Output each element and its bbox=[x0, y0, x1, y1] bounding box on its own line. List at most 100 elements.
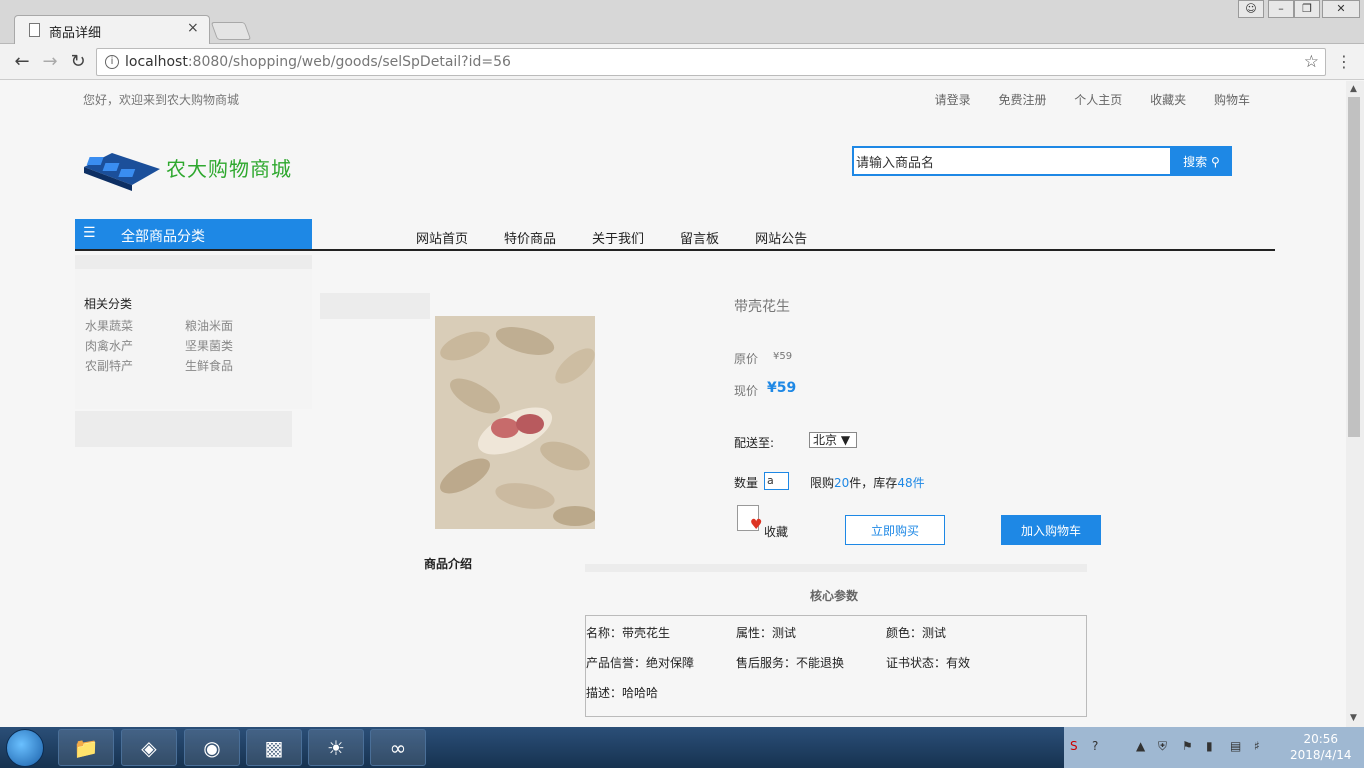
clock[interactable]: 20:56 2018/4/14 bbox=[1290, 731, 1352, 763]
usb-icon[interactable]: ▮ bbox=[1206, 739, 1213, 753]
background-blot bbox=[585, 564, 1087, 572]
favorite-label[interactable]: 收藏 bbox=[764, 523, 788, 540]
nav-divider bbox=[75, 249, 1275, 251]
scroll-down-icon[interactable]: ▼ bbox=[1350, 713, 1357, 723]
forward-icon[interactable]: → bbox=[38, 50, 62, 74]
user-icon[interactable]: ☺ bbox=[1238, 0, 1264, 18]
ship-to-label: 配送至: bbox=[734, 436, 775, 450]
nav-about[interactable]: 关于我们 bbox=[592, 228, 644, 247]
nav-specials[interactable]: 特价商品 bbox=[504, 228, 556, 247]
product-intro-title: 商品介绍 bbox=[424, 557, 473, 571]
login-link[interactable]: 请登录 bbox=[935, 93, 971, 107]
bookmark-star-icon[interactable]: ☆ bbox=[1304, 52, 1319, 72]
clock-time: 20:56 bbox=[1303, 732, 1339, 746]
param-item: 产品信誉：绝对保障 bbox=[586, 656, 695, 670]
product-name: 带壳花生 bbox=[734, 299, 790, 315]
param-item: 属性：测试 bbox=[736, 626, 797, 640]
arrow-up-icon[interactable]: ▲ bbox=[1136, 739, 1145, 753]
nav-announcements[interactable]: 网站公告 bbox=[755, 228, 807, 247]
new-tab-button[interactable] bbox=[210, 22, 252, 40]
main-nav: 网站首页 特价商品 关于我们 留言板 网站公告 bbox=[416, 228, 843, 247]
dropdown-arrow-icon: ▼ bbox=[840, 433, 851, 447]
favorites-link[interactable]: 收藏夹 bbox=[1150, 93, 1186, 107]
media-player-icon[interactable]: ◈ bbox=[121, 729, 177, 766]
quantity-input[interactable]: a bbox=[764, 472, 789, 490]
background-blot bbox=[75, 411, 292, 447]
restore-icon[interactable]: ❐ bbox=[1294, 0, 1320, 18]
ship-to-select[interactable]: 北京 ▼ bbox=[809, 432, 857, 448]
quantity-label: 数量 bbox=[734, 476, 759, 490]
category-item[interactable]: 生鲜食品 bbox=[185, 357, 233, 374]
param-item: 售后服务：不能退换 bbox=[736, 656, 845, 670]
homepage-link[interactable]: 个人主页 bbox=[1074, 93, 1122, 107]
background-blot bbox=[75, 255, 312, 269]
app-icon[interactable]: ☀ bbox=[308, 729, 364, 766]
web-page: 您好，欢迎来到农大购物商城 请登录 免费注册 个人主页 收藏夹 购物车 农大购物… bbox=[0, 81, 1346, 727]
logo-icon bbox=[84, 153, 160, 191]
info-icon[interactable]: i bbox=[105, 55, 119, 69]
scroll-up-icon[interactable]: ▲ bbox=[1350, 84, 1357, 94]
reload-icon[interactable]: ↻ bbox=[66, 50, 90, 74]
top-links: 请登录 免费注册 个人主页 收藏夹 购物车 bbox=[911, 91, 1250, 108]
all-categories-bar[interactable]: ☰ 全部商品分类 bbox=[75, 219, 312, 249]
category-item[interactable]: 农副特产 bbox=[85, 357, 133, 374]
menu-icon[interactable]: ⋮ bbox=[1336, 52, 1352, 71]
site-logo[interactable]: 农大购物商城 bbox=[82, 145, 312, 191]
nav-guestbook[interactable]: 留言板 bbox=[680, 228, 719, 247]
windows-taskbar: 📁 ◈ ◉ ▩ ☀ ∞ S ? ▲ ⛨ ⚑ ▮ ▤ ♯ 20:56 2018/4… bbox=[0, 727, 1364, 768]
close-window-icon[interactable]: ✕ bbox=[1322, 0, 1360, 18]
eclipse-icon[interactable]: ∞ bbox=[370, 729, 426, 766]
current-price-label: 现价 bbox=[734, 384, 759, 398]
related-categories-title: 相关分类 bbox=[84, 297, 133, 311]
explorer-icon[interactable]: 📁 bbox=[58, 729, 114, 766]
original-price: ¥59 bbox=[773, 351, 793, 362]
heart-icon: ♥ bbox=[750, 517, 763, 533]
tab-title: 商品详细 bbox=[49, 26, 102, 41]
product-image bbox=[435, 316, 595, 529]
related-categories: 相关分类 水果蔬菜 粮油米面 肉禽水产 坚果菌类 农副特产 生鲜食品 bbox=[75, 269, 312, 409]
minimize-icon[interactable]: – bbox=[1268, 0, 1294, 18]
greeting-text: 您好，欢迎来到农大购物商城 bbox=[83, 93, 240, 107]
nav-home[interactable]: 网站首页 bbox=[416, 228, 468, 247]
network-icon[interactable]: ▤ bbox=[1230, 739, 1241, 753]
param-item: 证书状态：有效 bbox=[886, 656, 971, 670]
cmd-icon[interactable]: ▩ bbox=[246, 729, 302, 766]
core-params-table: 名称：带壳花生 属性：测试 颜色：测试 产品信誉：绝对保障 售后服务：不能退换 … bbox=[585, 615, 1087, 717]
back-icon[interactable]: ← bbox=[10, 50, 34, 74]
url-text[interactable]: localhost:8080/shopping/web/goods/selSpD… bbox=[125, 54, 511, 70]
help-icon[interactable]: ? bbox=[1092, 739, 1098, 753]
peanut-photo bbox=[435, 316, 595, 529]
core-params-title: 核心参数 bbox=[810, 589, 859, 603]
close-tab-icon[interactable]: × bbox=[187, 20, 199, 36]
param-item: 颜色：测试 bbox=[886, 626, 947, 640]
background-blot bbox=[320, 293, 430, 319]
scrollbar-thumb[interactable] bbox=[1348, 97, 1360, 437]
purchase-limit-text: 限购20件，库存48件 bbox=[810, 476, 925, 490]
category-item[interactable]: 肉禽水产 bbox=[85, 337, 133, 354]
category-item[interactable]: 坚果菌类 bbox=[185, 337, 233, 354]
search-button[interactable]: 搜索 ⚲ bbox=[1171, 146, 1232, 176]
start-button[interactable] bbox=[6, 729, 44, 767]
sogou-icon[interactable]: S bbox=[1070, 739, 1078, 753]
flag-icon[interactable]: ⚑ bbox=[1182, 739, 1193, 753]
param-item: 描述：哈哈哈 bbox=[586, 686, 659, 700]
browser-tab[interactable]: 商品详细 × bbox=[14, 15, 210, 45]
page-scrollbar[interactable]: ▲ ▼ bbox=[1346, 81, 1364, 727]
all-categories-label: 全部商品分类 bbox=[121, 229, 205, 245]
shield-icon[interactable]: ⛨ bbox=[1158, 739, 1167, 754]
page-icon bbox=[29, 23, 40, 37]
search-input[interactable] bbox=[852, 146, 1172, 176]
list-icon: ☰ bbox=[83, 225, 96, 241]
category-item[interactable]: 水果蔬菜 bbox=[85, 317, 133, 334]
cart-link[interactable]: 购物车 bbox=[1214, 93, 1250, 107]
chrome-icon[interactable]: ◉ bbox=[184, 729, 240, 766]
category-item[interactable]: 粮油米面 bbox=[185, 317, 233, 334]
add-to-cart-button[interactable]: 加入购物车 bbox=[1001, 515, 1101, 545]
register-link[interactable]: 免费注册 bbox=[998, 93, 1046, 107]
logo-text: 农大购物商城 bbox=[166, 157, 292, 181]
address-bar[interactable]: i localhost:8080/shopping/web/goods/selS… bbox=[96, 48, 1326, 76]
volume-icon[interactable]: ♯ bbox=[1254, 739, 1260, 753]
param-item: 名称：带壳花生 bbox=[586, 626, 671, 640]
buy-now-button[interactable]: 立即购买 bbox=[845, 515, 945, 545]
browser-toolbar: ← → ↻ i localhost:8080/shopping/web/good… bbox=[0, 44, 1364, 80]
